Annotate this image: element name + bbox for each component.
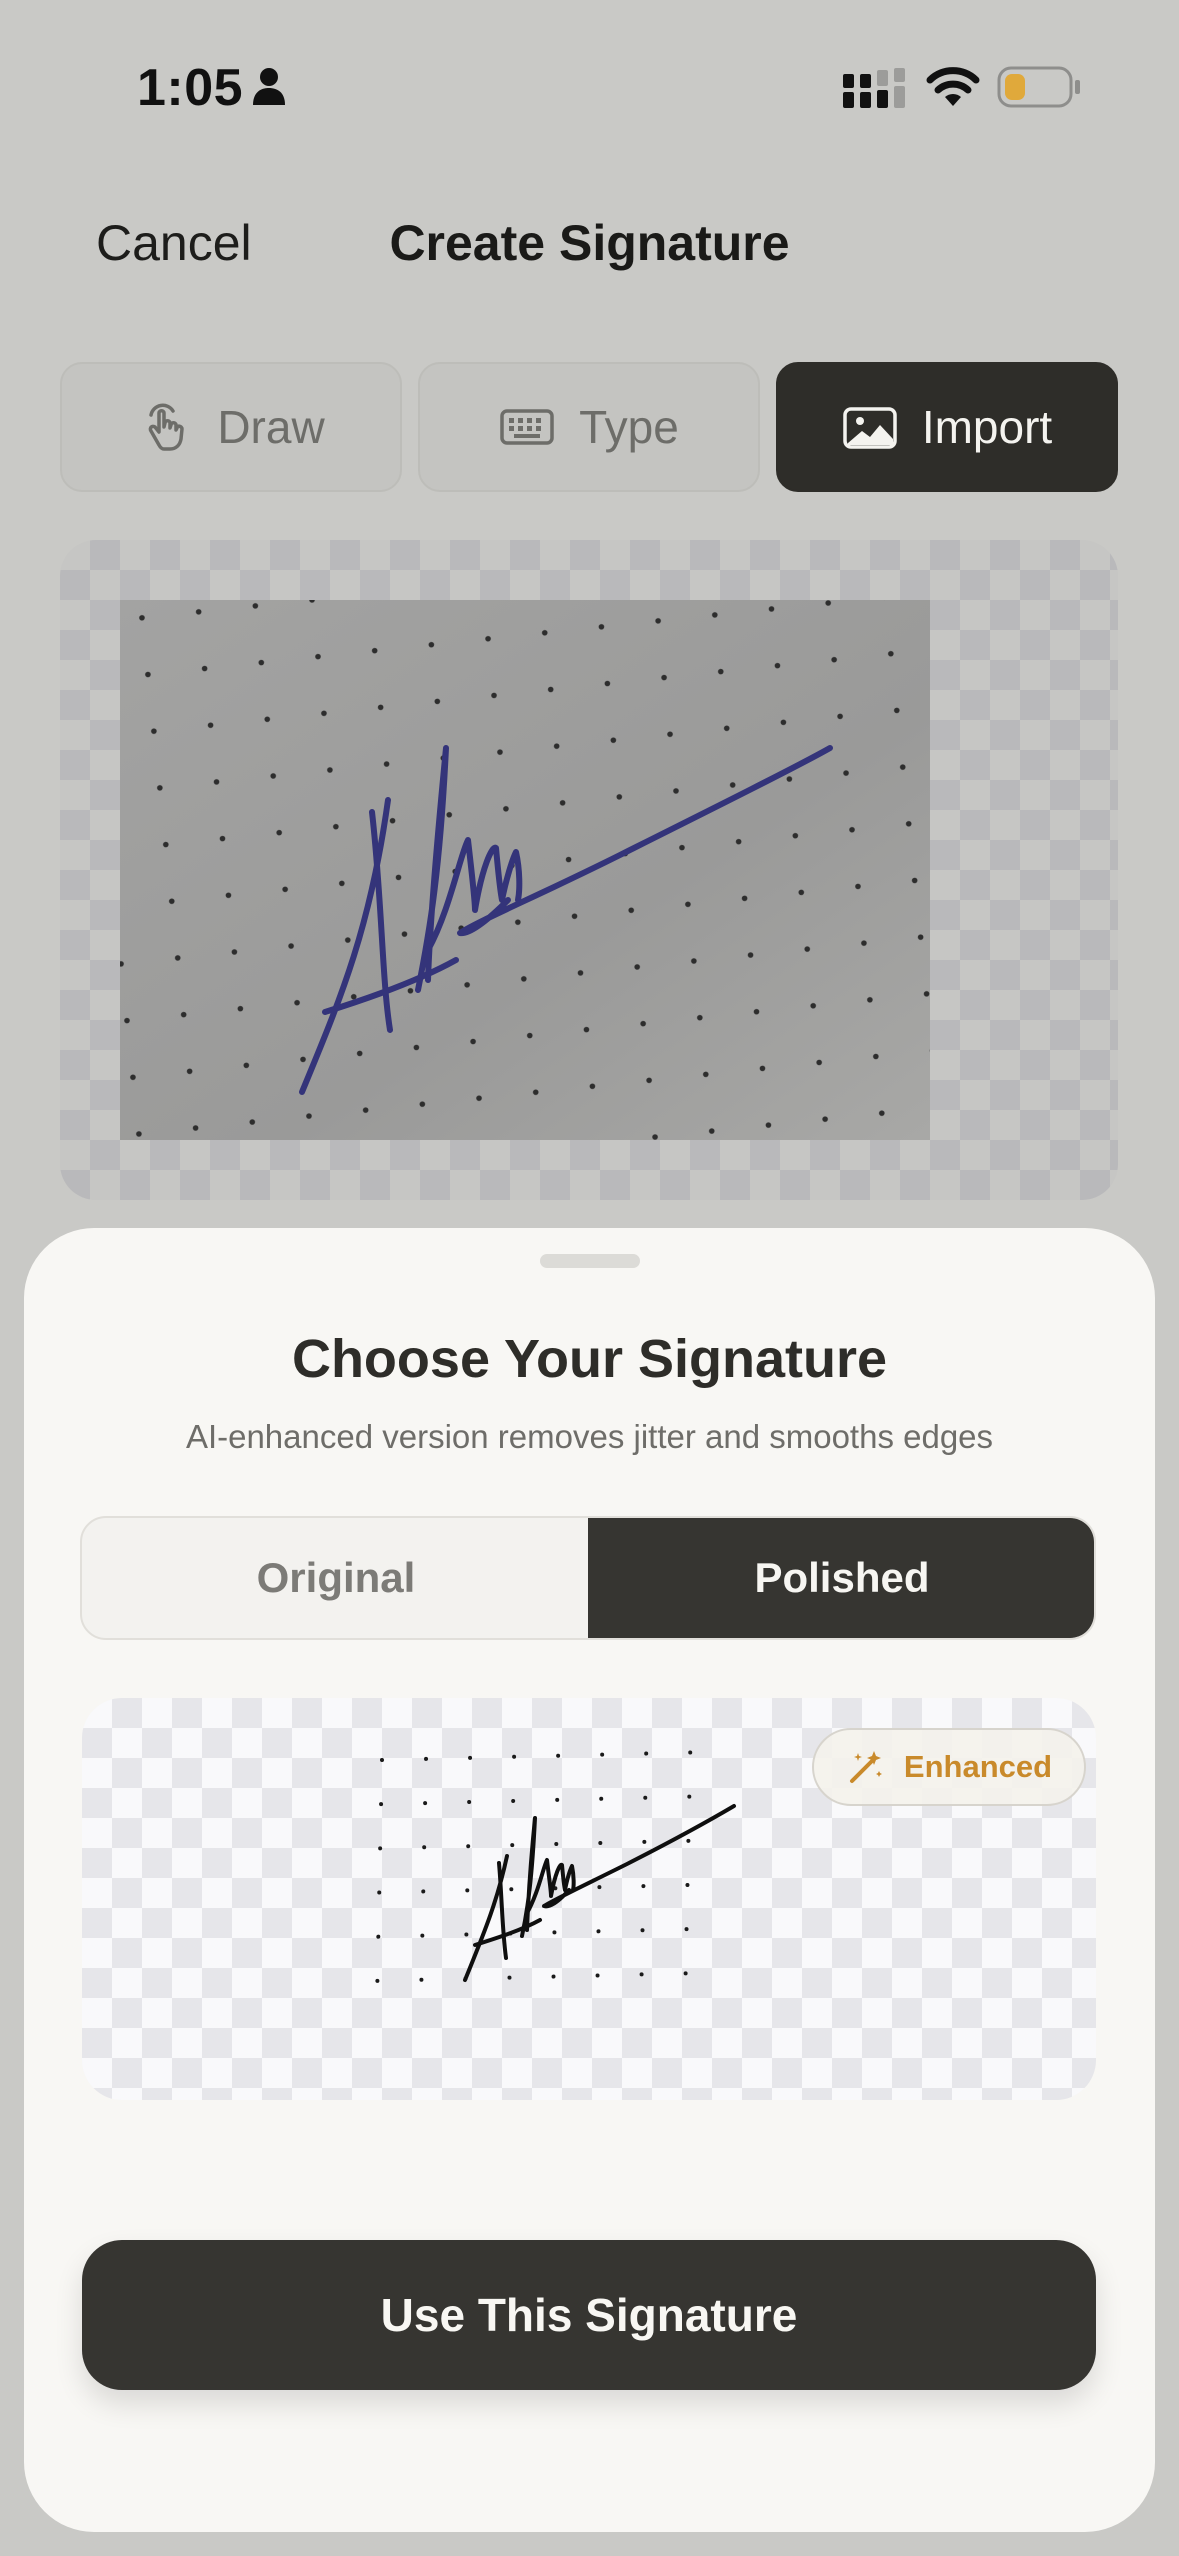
option-polished[interactable]: Polished [588,1518,1094,1638]
choose-signature-sheet: Choose Your Signature AI-enhanced versio… [24,1228,1155,2532]
sheet-grabber[interactable] [540,1254,640,1268]
tab-type-label: Type [579,401,679,453]
battery-icon [997,66,1080,108]
tab-import-label: Import [921,401,1053,453]
cellular-signal-icon [843,68,905,108]
tab-draw-label: Draw [217,401,325,453]
tab-import[interactable]: Import [776,362,1118,492]
enhanced-badge-label: Enhanced [903,1749,1053,1784]
option-original[interactable]: Original [82,1518,590,1638]
status-bar: 1:05 [0,0,1179,160]
keyboard-icon [500,409,554,445]
wifi-icon [926,67,980,106]
signature-photo [120,600,930,1140]
enhanced-badge: Enhanced [812,1728,1086,1806]
photo-icon [843,407,897,449]
use-signature-button[interactable]: Use This Signature [82,2240,1096,2390]
sheet-title: Choose Your Signature [291,1329,888,1389]
imported-image-preview [60,540,1118,1200]
tab-draw[interactable]: Draw [60,362,402,492]
tab-type[interactable]: Type [418,362,760,492]
signature-result-preview: Enhanced [82,1698,1096,2100]
sheet-subtitle: AI-enhanced version removes jitter and s… [185,1418,994,1455]
magic-wand-icon [849,1751,882,1783]
page-title: Create Signature [389,215,790,271]
person-icon [253,68,285,105]
version-toggle: Original Polished [80,1516,1096,1640]
status-time: 1:05 [137,59,244,117]
hand-pointer-icon [148,403,185,451]
